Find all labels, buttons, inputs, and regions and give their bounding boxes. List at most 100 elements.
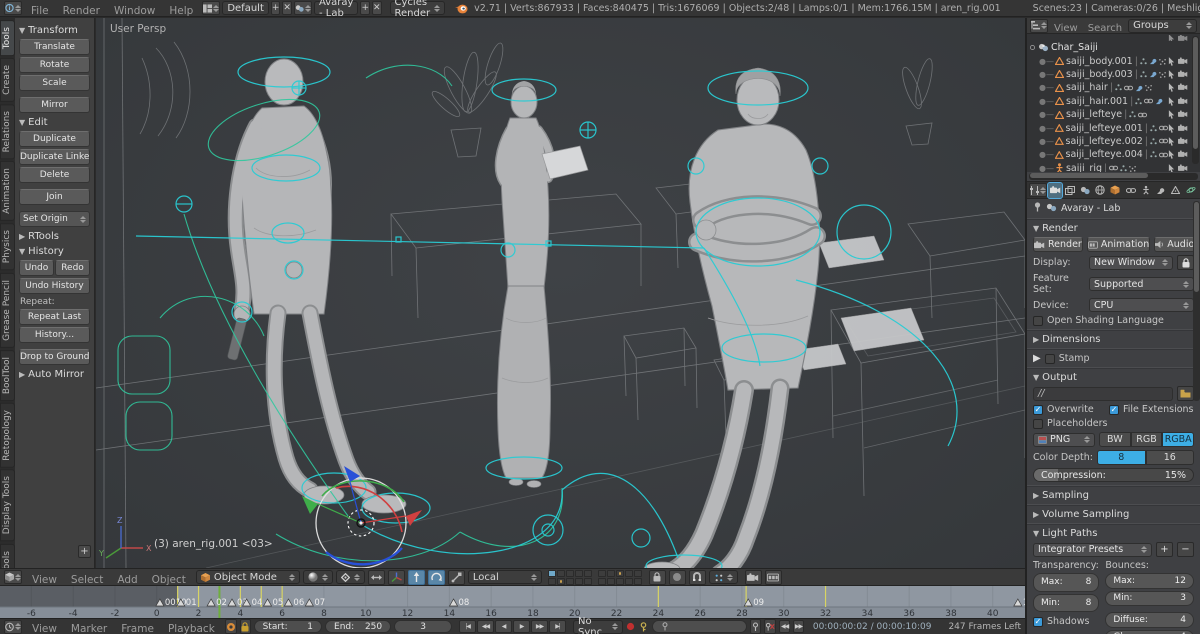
menu-file[interactable]: File: [24, 5, 56, 17]
outliner-vscrollbar[interactable]: [1192, 36, 1199, 164]
layer-cell[interactable]: [547, 569, 556, 577]
shelf-panel-rtools[interactable]: ▶ RTools: [19, 231, 90, 242]
color-depth-segment[interactable]: 8 16: [1097, 450, 1194, 465]
render-tab-icon[interactable]: [1046, 181, 1064, 199]
render-restrict-camera-icon[interactable]: [1178, 137, 1188, 145]
render-restrict-camera-icon[interactable]: [1178, 164, 1188, 172]
selectable-cursor-icon[interactable]: [1168, 96, 1175, 106]
file-format-selector[interactable]: PNG: [1033, 432, 1095, 447]
play-reverse-button[interactable]: ◀: [495, 620, 513, 633]
object-tab-icon[interactable]: [1108, 183, 1122, 198]
jump-end-button[interactable]: ▶|: [549, 620, 567, 633]
delete-keyframe-icon[interactable]: [764, 619, 777, 634]
shelf-tab-booltool[interactable]: BoolTool: [0, 349, 15, 401]
prev-marker-button[interactable]: ◀◀: [779, 620, 791, 633]
compression-slider[interactable]: Compression: 15%: [1033, 468, 1194, 482]
timeline-menu-playback[interactable]: Playback: [161, 623, 222, 634]
shelf-button-join[interactable]: Join: [19, 189, 90, 205]
outliner-row[interactable]: ●— saiji_hair.001 |: [1029, 95, 1200, 108]
menu-render[interactable]: Render: [56, 5, 107, 17]
record-icon[interactable]: [626, 619, 636, 634]
layer-cell[interactable]: [597, 569, 606, 577]
end-frame-field[interactable]: End: 250: [325, 620, 392, 633]
volume-sampling-panel-header[interactable]: Volume Sampling: [1042, 509, 1129, 520]
shelf-tab-physics[interactable]: Physics: [0, 223, 15, 271]
render-restrict-camera-icon[interactable]: [1178, 123, 1188, 132]
sampling-panel-header[interactable]: Sampling: [1042, 490, 1089, 501]
shelf-panel-edit[interactable]: ▼ Edit: [19, 117, 90, 128]
manipulator-scale-toggle[interactable]: [447, 569, 465, 585]
outliner-row[interactable]: ●— saiji_body.001 |: [1029, 54, 1200, 67]
prev-keyframe-button[interactable]: ◀◀: [477, 620, 495, 633]
render-opengl-anim-icon[interactable]: [764, 569, 782, 585]
snap-magnet-icon[interactable]: [688, 569, 706, 585]
light-paths-panel-header[interactable]: Light Paths: [1042, 528, 1097, 539]
selectable-cursor-icon[interactable]: [1168, 137, 1175, 146]
shelf-button-delete[interactable]: Delete: [19, 167, 90, 183]
rotation-manipulator[interactable]: [302, 466, 422, 568]
shelf-button-redo[interactable]: Redo: [55, 260, 90, 276]
shelf-button-drop-to-ground[interactable]: Drop to Ground: [19, 349, 90, 365]
shelf-button-mirror[interactable]: Mirror: [19, 97, 90, 113]
editor-type-properties-icon[interactable]: [1029, 183, 1047, 197]
pivot-align-toggle[interactable]: [367, 569, 385, 585]
view3d-menu-add[interactable]: Add: [110, 574, 144, 586]
preview-range-icon[interactable]: [224, 619, 237, 634]
shelf-tab-grease-pencil[interactable]: Grease Pencil: [0, 272, 15, 348]
shelf-button-undo[interactable]: Undo: [19, 260, 54, 276]
mode-selector[interactable]: Object Mode: [195, 570, 300, 584]
bounces-min-field[interactable]: Min: 3: [1105, 590, 1194, 606]
layer-cell[interactable]: [583, 577, 592, 585]
viewport-3d[interactable]: X Y Z User Persp (3) aren_rig.001 <03>: [96, 18, 1025, 568]
scene-icon[interactable]: [293, 1, 312, 15]
data-tab-icon[interactable]: [1169, 183, 1183, 198]
view3d-menu-object[interactable]: Object: [145, 574, 193, 586]
selectable-cursor-icon[interactable]: [1168, 35, 1175, 41]
next-keyframe-button[interactable]: ▶▶: [531, 620, 549, 633]
figure-right-male[interactable]: [643, 67, 826, 568]
layer-cell[interactable]: [556, 577, 565, 585]
file-extensions-checkbox[interactable]: [1109, 404, 1119, 415]
selectable-cursor-icon[interactable]: [1168, 163, 1175, 172]
lock-to-scene-icon[interactable]: [648, 569, 666, 585]
layout-delete-button[interactable]: ✕: [282, 1, 292, 15]
color-mode-rgba[interactable]: RGBA: [1162, 432, 1195, 447]
layer-cell[interactable]: [574, 569, 583, 577]
render-button[interactable]: Render: [1033, 237, 1083, 252]
scene-add-button[interactable]: +: [360, 1, 370, 15]
physics-tab-icon[interactable]: [1184, 183, 1198, 198]
render-animation-button[interactable]: Animation: [1086, 237, 1151, 252]
scene-tab-icon[interactable]: [1078, 183, 1092, 198]
preset-remove-button[interactable]: −: [1177, 542, 1194, 557]
shelf-panel-transform[interactable]: ▼ Transform: [19, 25, 90, 36]
display-lock-icon[interactable]: [1177, 255, 1194, 270]
stamp-panel-header[interactable]: Stamp: [1059, 353, 1090, 364]
depth-16[interactable]: 16: [1145, 450, 1194, 465]
outliner-row[interactable]: ●— saiji_lefteye.002 |: [1029, 135, 1200, 148]
layer-cell[interactable]: [606, 569, 615, 577]
bounces-max-field[interactable]: Max: 12: [1105, 573, 1194, 589]
menu-help[interactable]: Help: [162, 5, 200, 17]
snap-element-selector[interactable]: [708, 570, 738, 584]
modifiers-tab-icon[interactable]: [1154, 183, 1168, 198]
shelf-add-tab-button[interactable]: +: [78, 545, 91, 558]
layer-cell[interactable]: [556, 569, 565, 577]
world-tab-icon[interactable]: [1093, 183, 1107, 198]
armature-tab-icon[interactable]: [1139, 183, 1153, 198]
scene-delete-button[interactable]: ✕: [371, 1, 382, 15]
shading-selector[interactable]: [302, 570, 333, 584]
shelf-button-repeat-last[interactable]: Repeat Last: [19, 309, 90, 325]
selectable-cursor-icon[interactable]: [1168, 56, 1175, 66]
timeline[interactable]: -6 -4 -2 0 2 4 6 8 10 12 14 16 18 20 22 24 26 28 30 32 34 36 3…: [0, 586, 1052, 619]
figure-middle-female[interactable]: [494, 81, 589, 488]
manipulator-axis-icon[interactable]: [387, 569, 405, 585]
layer-cell[interactable]: [633, 569, 642, 577]
selectable-cursor-icon[interactable]: [1168, 123, 1175, 133]
selectable-cursor-icon[interactable]: [1168, 150, 1175, 160]
shelf-button-scale[interactable]: Scale: [19, 75, 90, 91]
keying-set-selector[interactable]: [651, 620, 748, 633]
render-engine-selector[interactable]: Cycles Render: [389, 0, 446, 19]
shelf-tab-display-tools[interactable]: Display Tools: [0, 469, 15, 542]
sync-mode-selector[interactable]: No Sync: [573, 616, 623, 634]
shelf-button-duplicate[interactable]: Duplicate: [19, 131, 90, 147]
